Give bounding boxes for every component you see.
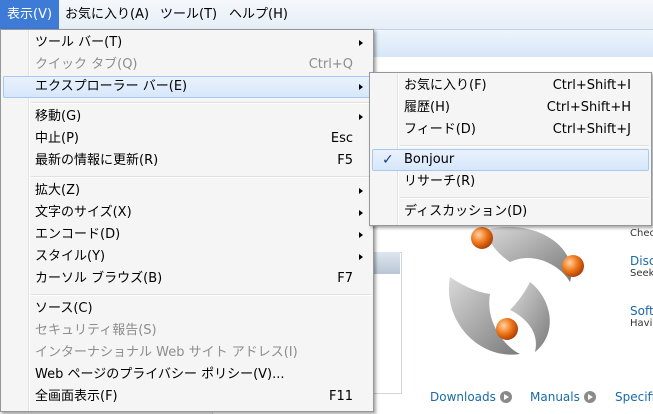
footer-link-specifications[interactable]: Specific	[615, 390, 653, 404]
menu-item-explorer-bars[interactable]: エクスプローラー バー(E)	[3, 76, 371, 98]
menu-item-go-to[interactable]: 移動(G)	[3, 106, 371, 128]
explorer-bars-submenu: お気に入り(F) Ctrl+Shift+I 履歴(H) Ctrl+Shift+H…	[369, 72, 652, 226]
submenu-item-research[interactable]: リサーチ(R)	[372, 171, 649, 193]
arrow-circle-icon	[583, 391, 596, 403]
side-item-sub: Seek	[630, 268, 653, 279]
footer-link-downloads[interactable]: Downloads	[430, 390, 512, 404]
menu-item-zoom[interactable]: 拡大(Z)	[3, 180, 371, 202]
submenu-item-feeds[interactable]: フィード(D) Ctrl+Shift+J	[372, 119, 649, 141]
menu-item-source[interactable]: ソース(C)	[3, 298, 371, 320]
submenu-arrow-icon	[359, 84, 363, 90]
submenu-arrow-icon	[359, 210, 363, 216]
submenu-arrow-icon	[359, 188, 363, 194]
menu-item-stop[interactable]: 中止(P) Esc	[3, 128, 371, 150]
submenu-item-favorites[interactable]: お気に入り(F) Ctrl+Shift+I	[372, 75, 649, 97]
menu-separator	[31, 102, 371, 104]
menu-item-quick-tabs: クイック タブ(Q) Ctrl+Q	[35, 57, 353, 72]
menu-item-international-address: インターナショナル Web サイト アドレス(I)	[35, 345, 298, 360]
menu-item-privacy-policy[interactable]: Web ページのプライバシー ポリシー(V)...	[3, 364, 371, 386]
menu-separator	[31, 294, 371, 296]
checkmark-icon: ✓	[382, 152, 394, 168]
submenu-item-history[interactable]: 履歴(H) Ctrl+Shift+H	[372, 97, 649, 119]
menu-bar: 表示(V) お気に入り(A) ツール(T) ヘルプ(H)	[0, 0, 653, 30]
side-item-title[interactable]: Soft	[630, 304, 653, 318]
view-menu: ツール バー(T) クイック タブ(Q) Ctrl+Q エクスプローラー バー(…	[0, 29, 374, 412]
menu-help[interactable]: ヘルプ(H)	[222, 0, 295, 29]
submenu-arrow-icon	[359, 254, 363, 260]
side-item-title[interactable]: Disc	[630, 254, 653, 268]
menu-tools[interactable]: ツール(T)	[153, 0, 224, 29]
menu-item-style[interactable]: スタイル(Y)	[3, 246, 371, 268]
footer-link-manuals[interactable]: Manuals	[530, 390, 596, 404]
side-item-sub: Chec	[630, 228, 653, 239]
menu-separator	[400, 197, 649, 199]
bonjour-logo-icon	[448, 226, 584, 355]
submenu-arrow-icon	[359, 40, 363, 46]
menu-item-refresh[interactable]: 最新の情報に更新(R) F5	[3, 150, 371, 172]
menu-separator	[400, 145, 649, 147]
menu-view[interactable]: 表示(V)	[0, 0, 60, 29]
menu-item-toolbars[interactable]: ツール バー(T)	[3, 32, 371, 54]
menu-item-caret-browsing[interactable]: カーソル ブラウズ(B) F7	[3, 268, 371, 290]
arrow-circle-icon	[499, 391, 512, 403]
menu-item-text-size[interactable]: 文字のサイズ(X)	[3, 202, 371, 224]
side-item-sub: Havi	[630, 318, 653, 329]
menu-item-security-report: セキュリティ報告(S)	[35, 323, 157, 338]
menu-item-full-screen[interactable]: 全画面表示(F) F11	[3, 386, 371, 408]
submenu-item-bonjour[interactable]: ✓ Bonjour	[372, 149, 649, 171]
menu-favorites[interactable]: お気に入り(A)	[58, 0, 156, 29]
submenu-arrow-icon	[359, 232, 363, 238]
menu-item-encoding[interactable]: エンコード(D)	[3, 224, 371, 246]
submenu-arrow-icon	[359, 114, 363, 120]
submenu-item-discussion[interactable]: ディスカッション(D)	[372, 201, 649, 223]
menu-separator	[31, 176, 371, 178]
